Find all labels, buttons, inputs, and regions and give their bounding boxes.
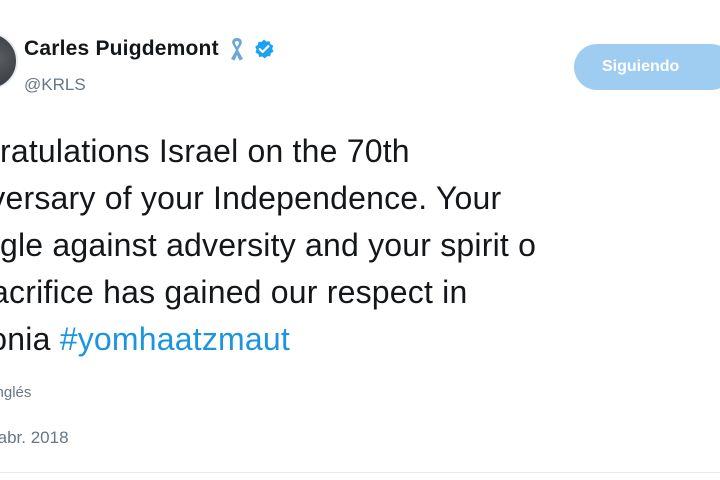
tweet-text-line-last: alonia #yomhaatzmaut xyxy=(0,316,720,363)
avatar[interactable] xyxy=(0,32,18,90)
following-button[interactable]: Siguiendo xyxy=(574,44,720,90)
tweet-text-line: niversary of your Independence. Your xyxy=(0,180,502,216)
author-name-row: Carles Puigdemont xyxy=(24,34,275,64)
tweet-text: ngratulations Israel on the 70th niversa… xyxy=(0,128,720,363)
blue-ribbon-icon xyxy=(227,36,247,62)
tweet-card: Carles Puigdemont @KRLS Siguiendo ngratu… xyxy=(0,0,720,480)
author-handle[interactable]: @KRLS xyxy=(24,75,86,95)
verified-badge-icon xyxy=(253,38,275,60)
tweet-text-segment: alonia xyxy=(0,321,51,357)
tweet-text-line: uggle against adversity and your spirit … xyxy=(0,227,537,263)
hashtag-link[interactable]: #yomhaatzmaut xyxy=(60,321,290,357)
translate-tweet-link[interactable]: cir del inglés xyxy=(0,384,31,401)
tweet-timestamp[interactable]: 19 abr. 2018 xyxy=(0,428,69,448)
author-display-name[interactable]: Carles Puigdemont xyxy=(24,37,219,61)
tweet-text-line: ngratulations Israel on the 70th xyxy=(0,133,410,169)
tweet-text-line: -sacrifice has gained our respect in xyxy=(0,274,468,310)
divider xyxy=(0,472,720,473)
